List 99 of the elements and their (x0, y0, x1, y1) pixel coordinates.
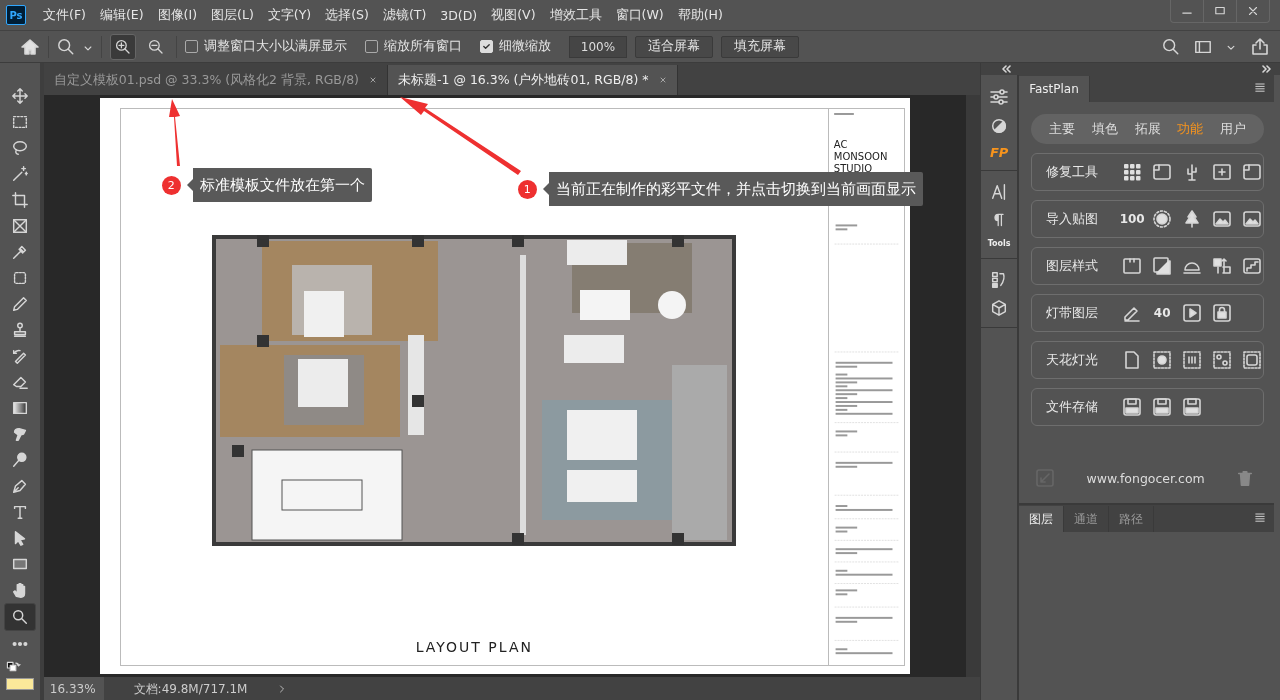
add-box-icon[interactable] (1212, 162, 1233, 182)
pen-tool-icon[interactable] (10, 477, 29, 495)
website-link[interactable]: www.fongocer.com (1086, 470, 1205, 486)
zoom-level[interactable]: 16.33% (43, 677, 104, 700)
menu-item[interactable]: 编辑(E) (92, 6, 151, 24)
panel-icon[interactable] (1152, 162, 1173, 182)
cove-light-icon[interactable] (1242, 350, 1263, 370)
pencil-icon[interactable] (10, 295, 29, 313)
fastplan-tab[interactable]: 用户 (1219, 120, 1246, 138)
save-web-icon[interactable] (1182, 397, 1203, 417)
move-tool-icon[interactable] (10, 87, 29, 105)
adjustments-icon[interactable] (989, 87, 1010, 107)
menu-item[interactable]: 图像(I) (150, 6, 205, 24)
eyedropper-icon[interactable] (10, 243, 29, 261)
lock-icon[interactable] (1212, 303, 1233, 323)
play-icon[interactable] (1182, 303, 1203, 323)
tools-label[interactable]: Tools (987, 239, 1011, 248)
menu-item[interactable]: 帮助(H) (670, 6, 730, 24)
scroll-bar-track[interactable] (966, 95, 981, 677)
menu-item[interactable]: 文字(Y) (260, 6, 319, 24)
expand-icon[interactable] (1262, 65, 1272, 73)
panel-tab[interactable]: 通道 (1064, 506, 1110, 532)
fastplan-tab[interactable]: 填色 (1092, 120, 1118, 138)
menu-item[interactable]: 增效工具 (542, 6, 609, 24)
history-brush-icon[interactable] (10, 347, 29, 365)
frame-icon[interactable] (1122, 256, 1143, 276)
menu-item[interactable]: 窗口(W) (608, 6, 671, 24)
downlights-icon[interactable] (1212, 350, 1233, 370)
save-png-icon[interactable] (1152, 397, 1173, 417)
tool-group-label: 修复工具 (1046, 163, 1100, 181)
zoom-field[interactable]: 100% (569, 35, 627, 58)
value-label[interactable]: 40 (1152, 306, 1173, 320)
tool-group-label: 图层样式 (1046, 257, 1100, 275)
menu-icon[interactable] (1254, 81, 1266, 93)
menu-item[interactable]: 3D(D) (433, 7, 485, 23)
callout-note: 标准模板文件放在第一个 (186, 168, 372, 202)
menu-item[interactable]: 视图(V) (484, 6, 543, 24)
checkbox[interactable] (365, 40, 378, 53)
lasso-tool-icon[interactable] (10, 139, 29, 157)
fastplan-logo[interactable]: FP (989, 145, 1009, 160)
dodge-icon[interactable] (10, 451, 29, 469)
checkbox-label: 细微缩放 (499, 38, 551, 55)
arrow (168, 99, 180, 166)
shadow-square-icon[interactable] (1152, 256, 1173, 276)
collapse-icon[interactable] (1001, 65, 1012, 73)
marquee-tool-icon[interactable] (10, 113, 29, 131)
share-icon[interactable] (1250, 36, 1270, 57)
tool-group-label: 文件存储 (1046, 398, 1100, 416)
image-icon[interactable] (1212, 209, 1233, 229)
gradient-icon[interactable] (10, 399, 29, 417)
menu-item[interactable]: 选择(S) (318, 6, 376, 24)
callout-note: 当前正在制作的彩平文件，并点击切换到当前画面显示 (542, 172, 923, 206)
zoom-in-icon[interactable] (115, 38, 131, 55)
fastplan-tab[interactable]: 拓展 (1134, 120, 1161, 138)
check-icon (482, 42, 491, 51)
zoom-in-button[interactable] (110, 33, 136, 60)
panel-tab[interactable]: FastPlan (1019, 76, 1090, 102)
foreground-color-swatch[interactable] (5, 678, 34, 690)
menu-icon[interactable] (1254, 511, 1266, 523)
swap-icon[interactable] (1212, 256, 1233, 276)
sun-icon[interactable] (1152, 209, 1173, 229)
document-tab[interactable]: 自定义模板01.psd @ 33.3% (风格化2 背景, RGB/8) (43, 65, 388, 95)
checkbox[interactable] (185, 40, 198, 53)
document-size: 文档:49.8M/717.1M (133, 680, 248, 698)
app-logo: Ps (6, 5, 26, 25)
tool-group-label: 导入贴图 (1046, 210, 1100, 228)
search-icon[interactable] (1162, 37, 1180, 56)
tool-group-label: 天花灯光 (1046, 351, 1100, 369)
crop-tool-icon[interactable] (10, 191, 29, 209)
striplight-icon[interactable] (1182, 350, 1203, 370)
document-tab[interactable]: 未标题-1 @ 16.3% (户外地砖01, RGB/8) * (388, 65, 678, 95)
fastplan-tab[interactable]: 主要 (1049, 120, 1076, 138)
grid-icon[interactable] (1122, 162, 1143, 182)
checkbox-label: 缩放所有窗口 (384, 38, 462, 55)
close-icon[interactable] (658, 76, 667, 84)
zoom-icon[interactable] (57, 37, 75, 56)
zoom-preset-button[interactable]: 适合屏幕 (635, 35, 713, 58)
save-jpg-icon[interactable] (1122, 397, 1143, 417)
stacked-layers-icon[interactable] (1242, 256, 1263, 276)
checkbox-label: 调整窗口大小以满屏显示 (204, 38, 347, 55)
zoom-tool-icon[interactable] (10, 608, 29, 626)
studio-name: AC MONSOON STUDIO (833, 138, 889, 175)
zoom-preset-button[interactable]: 填充屏幕 (721, 35, 799, 58)
image-icon[interactable] (1242, 209, 1263, 229)
tool-group-label: 灯带图层 (1046, 304, 1100, 322)
menu-item[interactable]: 文件(F) (36, 6, 93, 24)
magic-wand-icon[interactable] (10, 165, 29, 183)
menu-item[interactable]: 滤镜(T) (375, 6, 434, 24)
spotlight-icon[interactable] (1152, 350, 1173, 370)
frame-tool-icon[interactable] (10, 217, 29, 235)
panel-icon[interactable] (1242, 162, 1263, 182)
menu-item[interactable]: 图层(L) (204, 6, 261, 24)
cube-icon[interactable] (990, 299, 1009, 317)
value-label[interactable]: 100 (1122, 212, 1143, 226)
home-icon[interactable] (20, 36, 40, 57)
contrast-icon[interactable] (990, 117, 1009, 135)
panel-tab[interactable]: 图层 (1019, 506, 1065, 532)
panel-tab[interactable]: 路径 (1109, 506, 1155, 532)
plan-title: LAYOUT PLAN (415, 639, 533, 655)
